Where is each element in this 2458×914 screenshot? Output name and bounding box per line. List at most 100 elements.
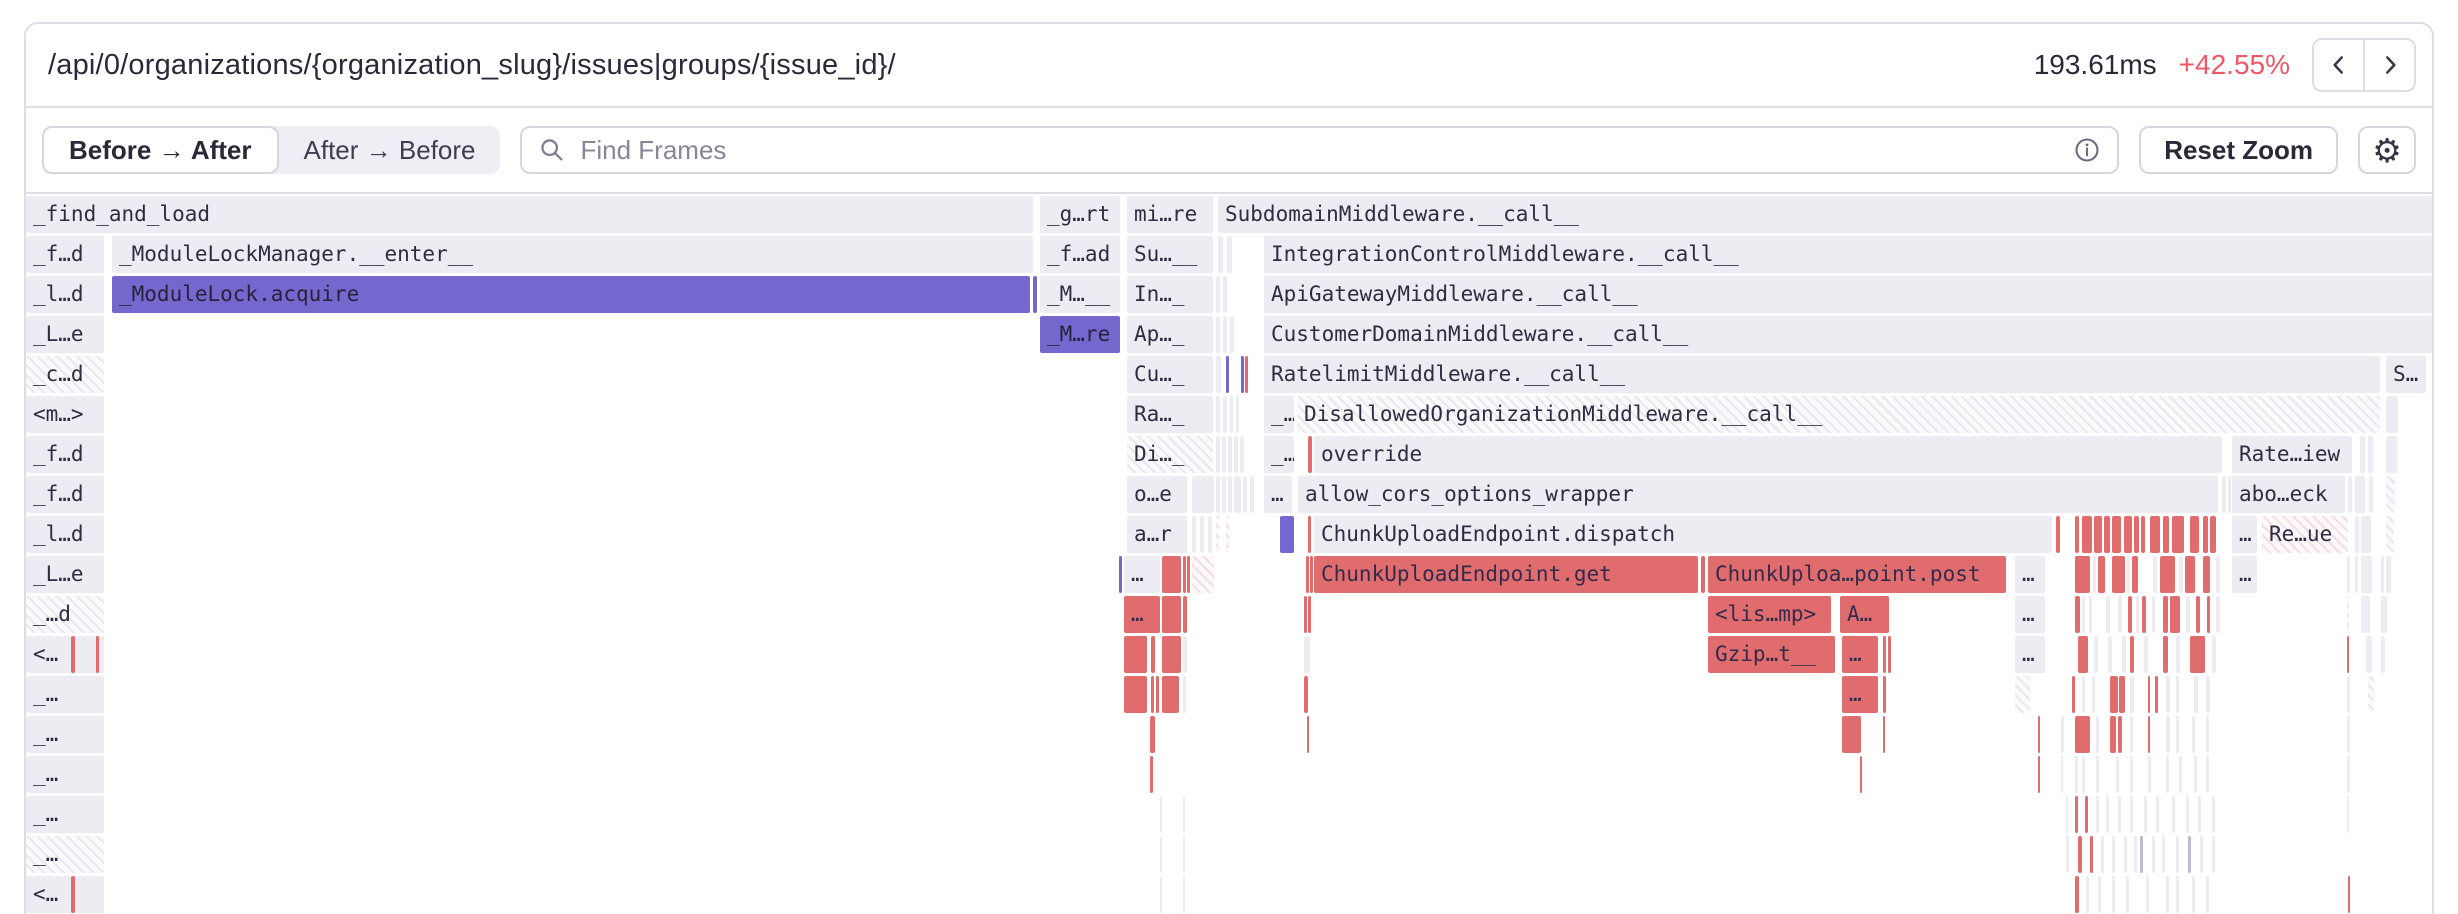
- flame-sliver[interactable]: [1150, 716, 1155, 753]
- flame-frame[interactable]: _…: [26, 676, 104, 713]
- flame-sliver[interactable]: [2347, 796, 2349, 833]
- flame-frame[interactable]: _…: [1264, 436, 1294, 473]
- flame-sliver[interactable]: [2186, 796, 2189, 833]
- flame-sliver[interactable]: [1226, 356, 1229, 393]
- flame-sliver[interactable]: [2179, 756, 2182, 793]
- flame-frame[interactable]: _g…rt: [1040, 196, 1120, 233]
- flame-sliver[interactable]: [1183, 796, 1185, 833]
- flame-sliver[interactable]: [1033, 276, 1037, 313]
- flame-sliver[interactable]: [2122, 636, 2126, 673]
- flame-frame[interactable]: In…_: [1127, 276, 1213, 313]
- flame-sliver[interactable]: [2198, 796, 2201, 833]
- flame-frame[interactable]: _…: [26, 756, 104, 793]
- flame-sliver[interactable]: [2075, 596, 2080, 633]
- flame-frame[interactable]: _c…d: [26, 356, 104, 393]
- flame-sliver[interactable]: [2118, 796, 2121, 833]
- flame-sliver[interactable]: [1183, 556, 1186, 593]
- flame-frame[interactable]: ChunkUploadEndpoint.get: [1314, 556, 1698, 593]
- flame-sliver[interactable]: [1162, 556, 1181, 593]
- flame-frame[interactable]: _f…d: [26, 476, 104, 513]
- flame-sliver[interactable]: [2108, 636, 2112, 673]
- flame-sliver[interactable]: [1187, 556, 1190, 593]
- flame-sliver[interactable]: [2348, 476, 2352, 513]
- flame-sliver[interactable]: [2203, 556, 2210, 593]
- flame-sliver[interactable]: [2082, 676, 2085, 713]
- flame-frame[interactable]: ApiGatewayMiddleware.__call__: [1264, 276, 2432, 313]
- flame-sliver[interactable]: [1183, 876, 1185, 913]
- flame-sliver[interactable]: [2166, 876, 2169, 913]
- flame-sliver[interactable]: [2142, 596, 2146, 633]
- flame-sliver[interactable]: [71, 756, 74, 793]
- find-frames-field[interactable]: [520, 126, 2119, 174]
- flame-sliver[interactable]: [2072, 676, 2075, 713]
- flame-sliver[interactable]: [1160, 836, 1162, 873]
- flame-sliver[interactable]: [1222, 436, 1226, 473]
- flame-sliver[interactable]: [2200, 836, 2203, 873]
- flame-sliver[interactable]: [1227, 236, 1232, 273]
- flame-sliver[interactable]: [1228, 436, 1232, 473]
- flame-sliver[interactable]: [2094, 636, 2098, 673]
- flame-frame[interactable]: o…e: [1127, 476, 1187, 513]
- flame-sliver[interactable]: [1216, 436, 1220, 473]
- flame-sliver[interactable]: [71, 796, 74, 833]
- flame-sliver[interactable]: [2386, 436, 2397, 473]
- flame-sliver[interactable]: [2104, 516, 2110, 553]
- flame-sliver[interactable]: [2098, 876, 2101, 913]
- flame-sliver[interactable]: [1192, 516, 1196, 553]
- flame-sliver[interactable]: [1183, 596, 1187, 633]
- flame-frame[interactable]: _…: [26, 716, 104, 753]
- flame-sliver[interactable]: [1234, 476, 1241, 513]
- flame-sliver[interactable]: [2190, 516, 2199, 553]
- flame-sliver[interactable]: [2082, 516, 2092, 553]
- flame-sliver[interactable]: [2206, 676, 2210, 713]
- flame-sliver[interactable]: [2228, 476, 2231, 513]
- flame-frame[interactable]: …: [1124, 596, 1160, 633]
- flame-sliver[interactable]: [2112, 876, 2115, 913]
- flame-sliver[interactable]: [1162, 596, 1181, 633]
- flame-sliver[interactable]: [1245, 356, 1248, 393]
- flame-sliver[interactable]: [2179, 556, 2183, 593]
- flame-sliver[interactable]: [1308, 516, 1311, 553]
- flame-frame[interactable]: …: [2232, 556, 2257, 593]
- flame-frame[interactable]: …: [2232, 516, 2257, 553]
- flame-sliver[interactable]: [2381, 596, 2387, 633]
- flame-sliver[interactable]: [1883, 676, 1886, 713]
- flame-sliver[interactable]: [2186, 596, 2190, 633]
- flame-frame[interactable]: Ap…_: [1127, 316, 1213, 353]
- flame-sliver[interactable]: [2128, 596, 2132, 633]
- flame-sliver[interactable]: [2156, 796, 2159, 833]
- flame-frame[interactable]: _M…__: [1040, 276, 1120, 313]
- flame-sliver[interactable]: [2061, 756, 2063, 793]
- flame-frame[interactable]: Re…ue: [2262, 516, 2348, 553]
- flame-sliver[interactable]: [2132, 556, 2138, 593]
- flame-frame[interactable]: ChunkUploadEndpoint.dispatch: [1314, 516, 2052, 553]
- flame-sliver[interactable]: [2038, 756, 2040, 793]
- flame-sliver[interactable]: [2190, 636, 2205, 673]
- flame-sliver[interactable]: [2194, 676, 2198, 713]
- flame-sliver[interactable]: [2386, 516, 2394, 553]
- flame-sliver[interactable]: [2194, 756, 2197, 793]
- flame-frame[interactable]: RatelimitMiddleware.__call__: [1264, 356, 2380, 393]
- flame-sliver[interactable]: [2162, 836, 2165, 873]
- flame-sliver[interactable]: [1230, 396, 1233, 433]
- flame-sliver[interactable]: [2118, 596, 2122, 633]
- reset-zoom-button[interactable]: Reset Zoom: [2139, 126, 2338, 174]
- flame-frame[interactable]: …: [1842, 636, 1878, 673]
- flame-sliver[interactable]: [2134, 516, 2139, 553]
- flame-sliver[interactable]: [2152, 836, 2155, 873]
- previous-button[interactable]: [2314, 40, 2363, 90]
- flame-sliver[interactable]: [2355, 556, 2358, 593]
- flame-sliver[interactable]: [1124, 676, 1147, 713]
- flame-sliver[interactable]: [2381, 636, 2385, 673]
- flame-sliver[interactable]: [96, 676, 99, 713]
- flame-sliver[interactable]: [1883, 636, 1886, 673]
- flame-sliver[interactable]: [2361, 596, 2370, 633]
- flame-sliver[interactable]: [2369, 476, 2373, 513]
- flame-sliver[interactable]: [2163, 636, 2168, 673]
- flame-sliver[interactable]: [1200, 516, 1204, 553]
- flame-sliver[interactable]: [2381, 556, 2384, 593]
- flame-sliver[interactable]: [2066, 836, 2069, 873]
- flame-sliver[interactable]: [2386, 476, 2395, 513]
- flame-sliver[interactable]: [2126, 876, 2129, 913]
- flame-frame[interactable]: _f…ad: [1040, 236, 1120, 273]
